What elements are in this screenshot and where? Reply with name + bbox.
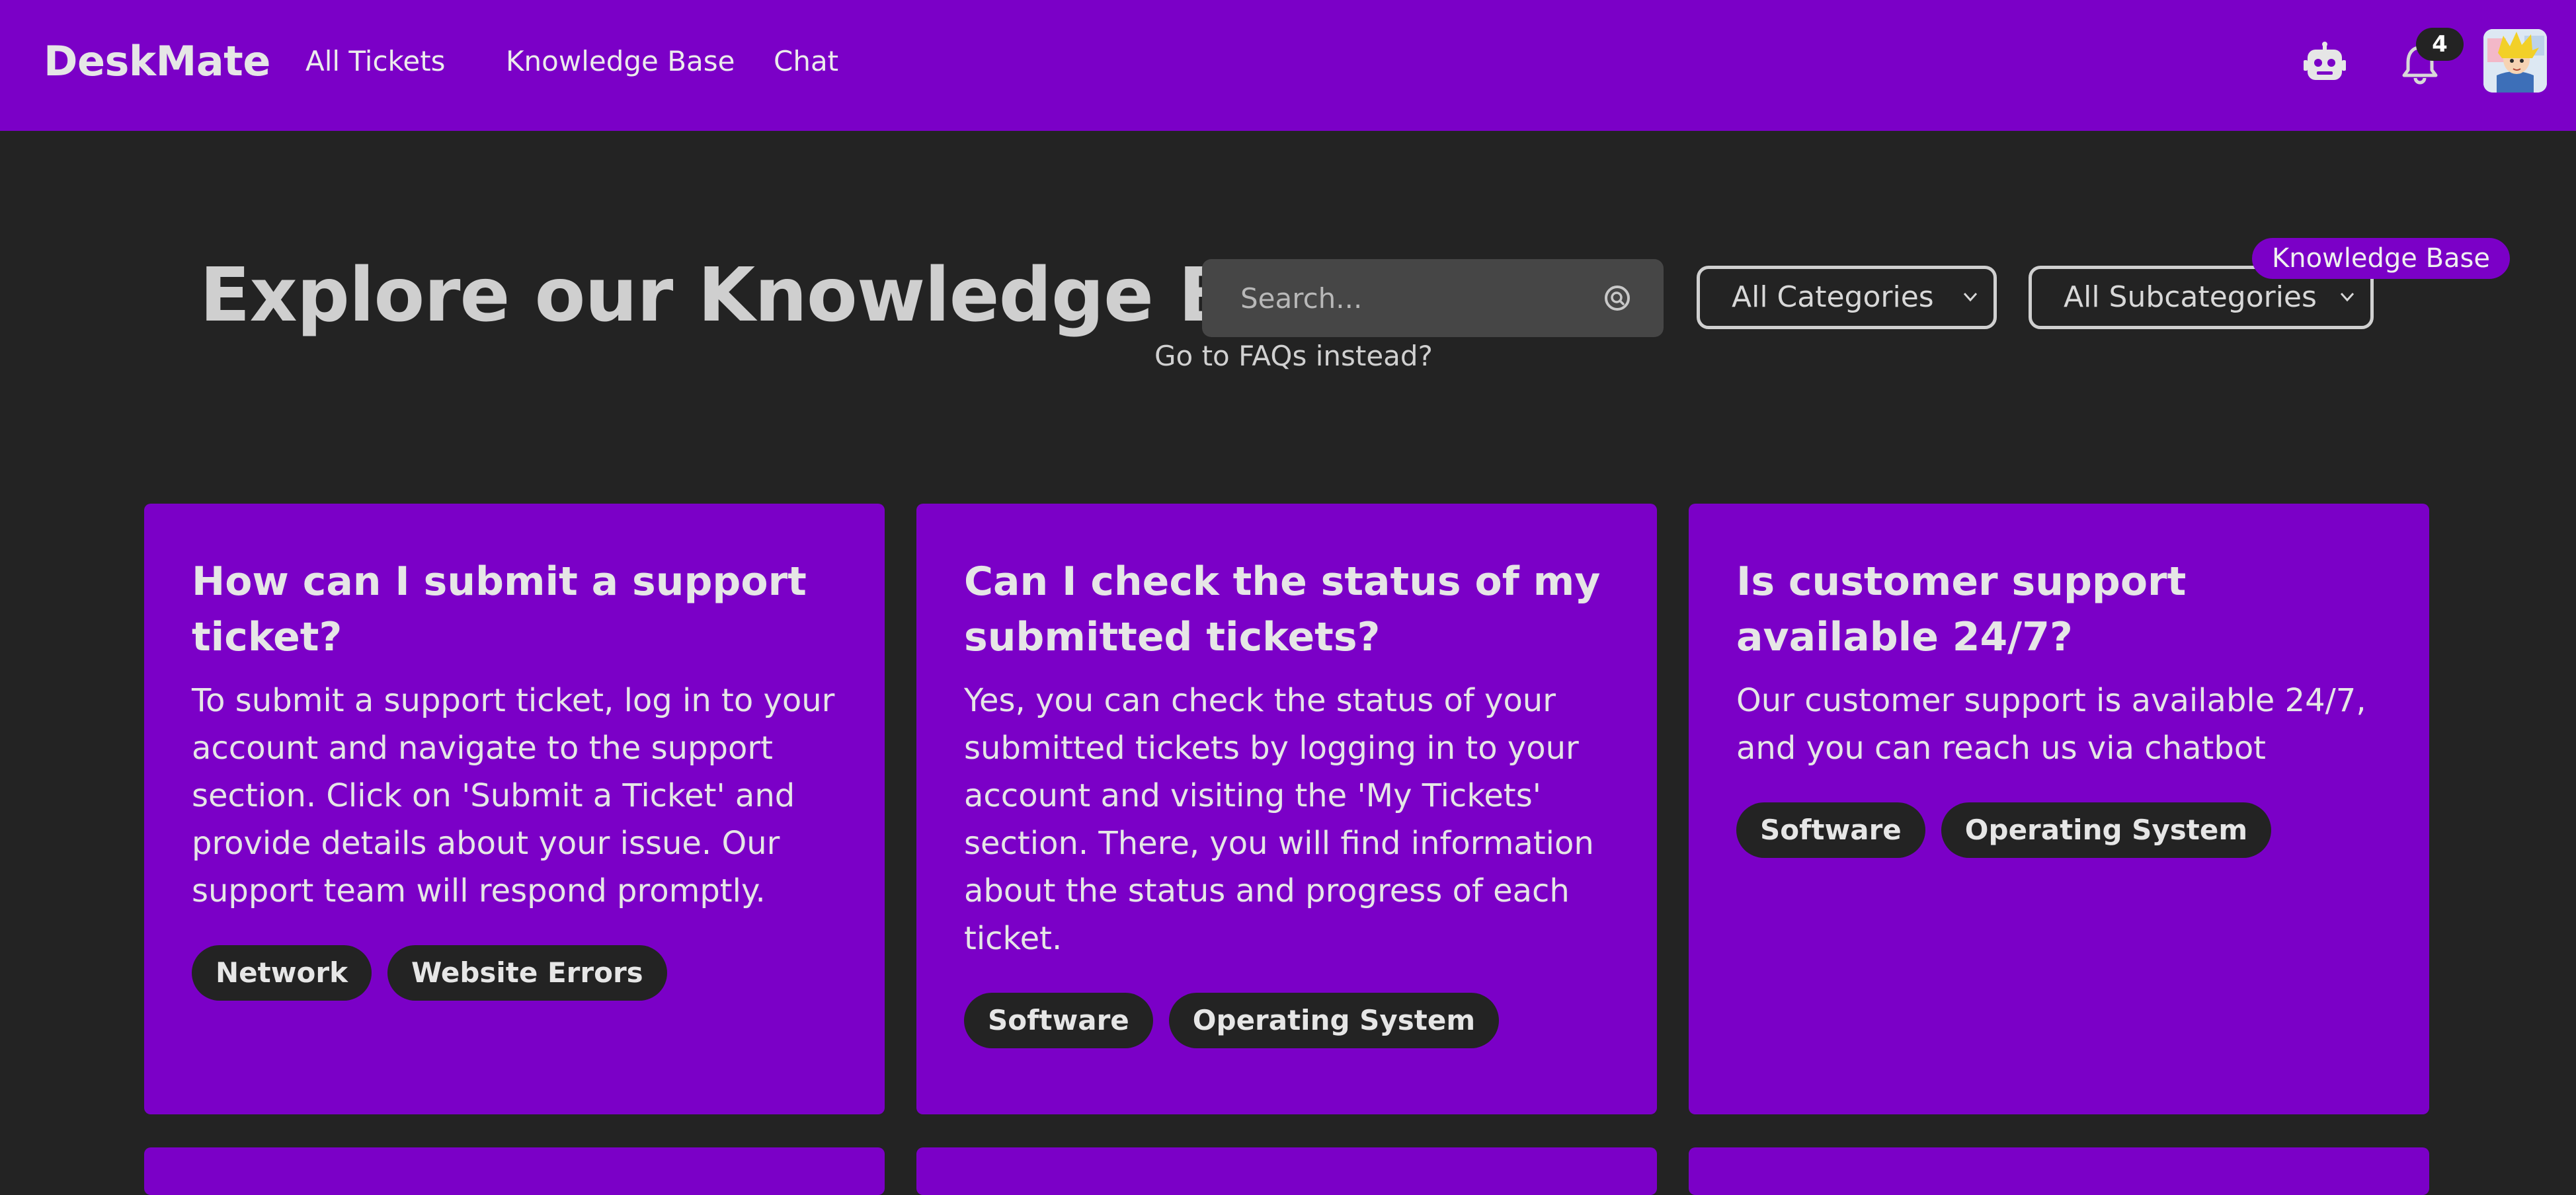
search-icon[interactable] — [1603, 284, 1632, 313]
article-body: Our customer support is available 24/7, … — [1736, 682, 2366, 767]
article-card[interactable]: Can I check the status of my submitted t… — [916, 504, 1657, 1114]
chevron-down-icon — [1963, 292, 1978, 302]
nav-link-all-tickets[interactable]: All Tickets — [305, 45, 446, 77]
nav-link-chat[interactable]: Chat — [774, 45, 838, 77]
tag-list: Software Operating System — [964, 993, 1609, 1048]
robot-icon[interactable] — [2304, 42, 2346, 84]
tag-chip[interactable]: Operating System — [1941, 802, 2272, 858]
tag-list: Network Website Errors — [192, 945, 837, 1001]
search-box — [1202, 259, 1664, 337]
faq-link[interactable]: Go to FAQs instead? — [1154, 340, 1433, 372]
tag-chip[interactable]: Operating System — [1168, 993, 1500, 1048]
category-select-value: All Categories — [1732, 280, 1934, 314]
article-card[interactable]: How can I submit a support ticket? To su… — [144, 504, 885, 1114]
tag-list: Software Operating System — [1736, 802, 2382, 858]
search-input[interactable] — [1202, 259, 1603, 337]
article-card[interactable] — [916, 1147, 1657, 1195]
article-body: To submit a support ticket, log in to yo… — [192, 682, 835, 909]
subcategory-select-value: All Subcategories — [2064, 280, 2317, 314]
tag-chip[interactable]: Website Errors — [387, 945, 667, 1001]
article-card[interactable]: Is customer support available 24/7? Our … — [1689, 504, 2429, 1114]
tag-chip[interactable]: Network — [192, 945, 372, 1001]
article-title: How can I submit a support ticket? — [192, 559, 807, 660]
nav-link-knowledge-base[interactable]: Knowledge Base — [506, 45, 735, 77]
article-card[interactable] — [144, 1147, 885, 1195]
section-chip: Knowledge Base — [2252, 238, 2510, 279]
article-title: Can I check the status of my submitted t… — [964, 559, 1601, 660]
user-avatar[interactable] — [2483, 29, 2547, 93]
article-title: Is customer support available 24/7? — [1736, 559, 2187, 660]
article-body: Yes, you can check the status of your su… — [964, 682, 1594, 957]
category-select[interactable]: All Categories — [1697, 266, 1997, 329]
page-title: Explore our Knowledge Base — [200, 252, 1377, 338]
brand-logo[interactable]: DeskMate — [44, 37, 270, 85]
article-card[interactable] — [1689, 1147, 2429, 1195]
top-navbar: DeskMate All Tickets Knowledge Base Chat… — [0, 0, 2576, 131]
notification-count-badge: 4 — [2416, 28, 2464, 61]
tag-chip[interactable]: Software — [964, 993, 1153, 1048]
tag-chip[interactable]: Software — [1736, 802, 1925, 858]
chevron-down-icon — [2340, 292, 2355, 302]
